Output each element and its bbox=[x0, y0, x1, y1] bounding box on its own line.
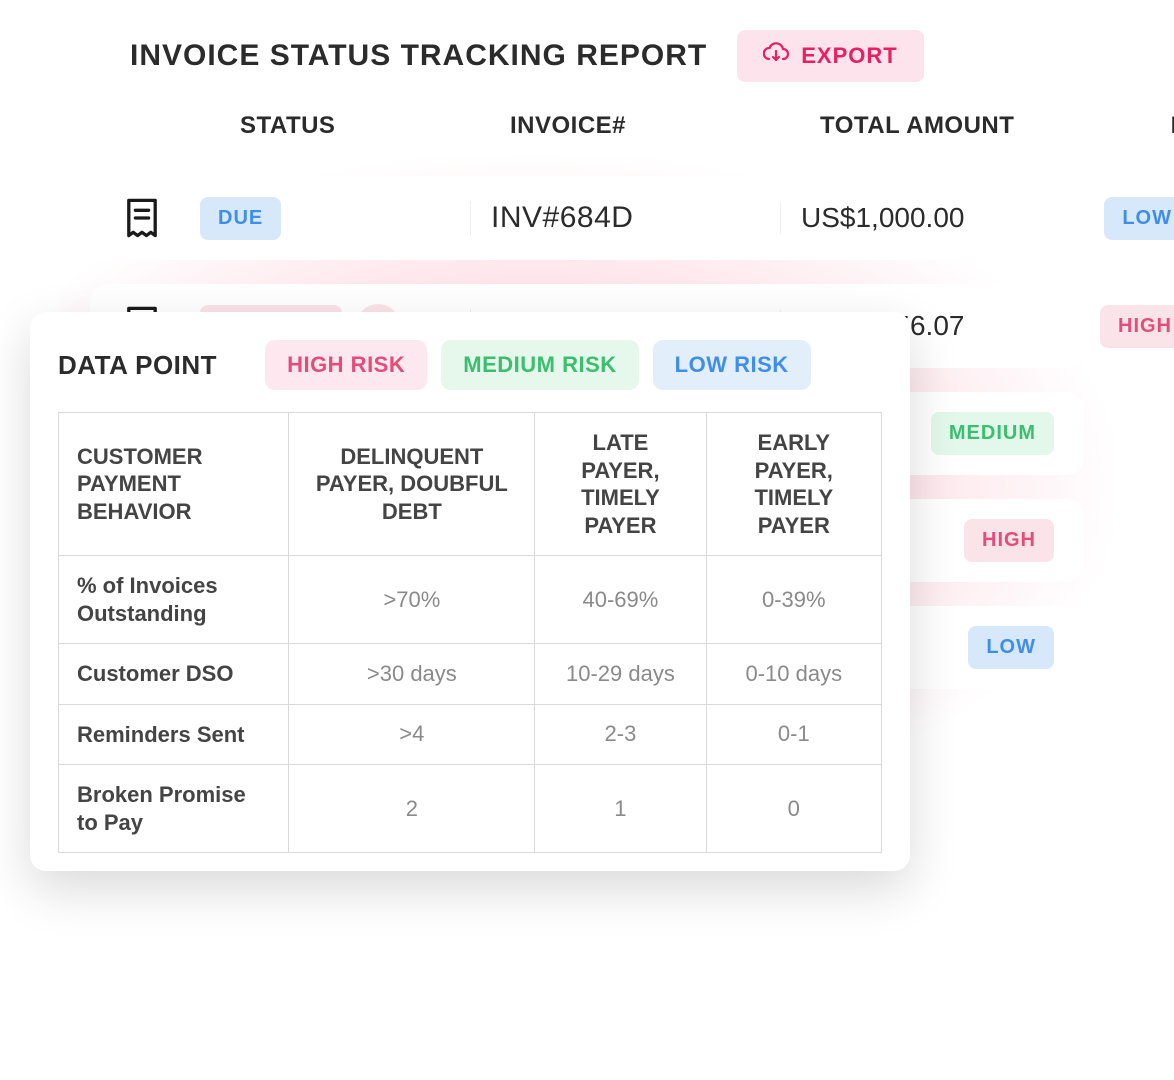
cell-medium: 2-3 bbox=[535, 704, 706, 765]
invoice-rows-area: DUE INV#684D US$1,000.00 LOW OVERDUE INV… bbox=[60, 156, 1114, 753]
cell-low: 0-1 bbox=[706, 704, 881, 765]
cell-high: >30 days bbox=[289, 644, 535, 705]
table-row: Customer DSO >30 days 10-29 days 0-10 da… bbox=[59, 644, 882, 705]
column-headers: STATUS INVOICE# TOTAL AMOUNT RISK bbox=[60, 112, 1114, 156]
risk-badge: LOW bbox=[968, 626, 1054, 669]
popup-title: DATA POINT bbox=[58, 350, 217, 381]
col-risk: RISK bbox=[1090, 112, 1174, 140]
risk-matrix-popup: DATA POINT HIGH RISKMEDIUM RISKLOW RISK … bbox=[30, 312, 910, 871]
table-row: % of Invoices Outstanding >70% 40-69% 0-… bbox=[59, 556, 882, 644]
cell-high: >4 bbox=[289, 704, 535, 765]
table-row[interactable]: DUE INV#684D US$1,000.00 LOW bbox=[90, 176, 1084, 260]
invoice-number: INV#684D bbox=[470, 201, 770, 235]
row-label: Reminders Sent bbox=[59, 704, 289, 765]
cell-low: 0-10 days bbox=[706, 644, 881, 705]
risk-filter-chip[interactable]: MEDIUM RISK bbox=[441, 340, 638, 390]
table-header: LATE PAYER, TIMELY PAYER bbox=[535, 413, 706, 556]
status-badge: DUE bbox=[200, 197, 281, 240]
cell-medium: 1 bbox=[535, 765, 706, 853]
cell-high: >70% bbox=[289, 556, 535, 644]
risk-badge: LOW bbox=[1104, 197, 1174, 240]
risk-badge: HIGH bbox=[1100, 305, 1174, 348]
cloud-download-icon bbox=[763, 42, 789, 70]
table-header: EARLY PAYER, TIMELY PAYER bbox=[706, 413, 881, 556]
page-title: INVOICE STATUS TRACKING REPORT bbox=[130, 39, 707, 73]
col-invoice: INVOICE# bbox=[510, 112, 810, 140]
row-label: % of Invoices Outstanding bbox=[59, 556, 289, 644]
table-header: CUSTOMER PAYMENT BEHAVIOR bbox=[59, 413, 289, 556]
cell-low: 0-39% bbox=[706, 556, 881, 644]
cell-low: 0 bbox=[706, 765, 881, 853]
export-button[interactable]: EXPORT bbox=[737, 30, 923, 82]
table-row: Reminders Sent >4 2-3 0-1 bbox=[59, 704, 882, 765]
receipt-icon bbox=[120, 196, 190, 240]
col-status: STATUS bbox=[240, 112, 500, 140]
report-header: INVOICE STATUS TRACKING REPORT EXPORT bbox=[130, 30, 1114, 82]
invoice-amount: US$1,000.00 bbox=[780, 202, 1040, 234]
risk-badge: MEDIUM bbox=[931, 412, 1054, 455]
cell-medium: 40-69% bbox=[535, 556, 706, 644]
row-label: Broken Promise to Pay bbox=[59, 765, 289, 853]
row-label: Customer DSO bbox=[59, 644, 289, 705]
export-label: EXPORT bbox=[801, 43, 897, 69]
col-amount: TOTAL AMOUNT bbox=[820, 112, 1080, 140]
risk-matrix-table: CUSTOMER PAYMENT BEHAVIORDELINQUENT PAYE… bbox=[58, 412, 882, 853]
risk-badge: HIGH bbox=[964, 519, 1054, 562]
table-row: Broken Promise to Pay 2 1 0 bbox=[59, 765, 882, 853]
cell-medium: 10-29 days bbox=[535, 644, 706, 705]
risk-filter-chip[interactable]: HIGH RISK bbox=[265, 340, 427, 390]
table-header: DELINQUENT PAYER, DOUBFUL DEBT bbox=[289, 413, 535, 556]
risk-filter-chip[interactable]: LOW RISK bbox=[653, 340, 811, 390]
status-cell: DUE bbox=[200, 197, 460, 240]
cell-high: 2 bbox=[289, 765, 535, 853]
